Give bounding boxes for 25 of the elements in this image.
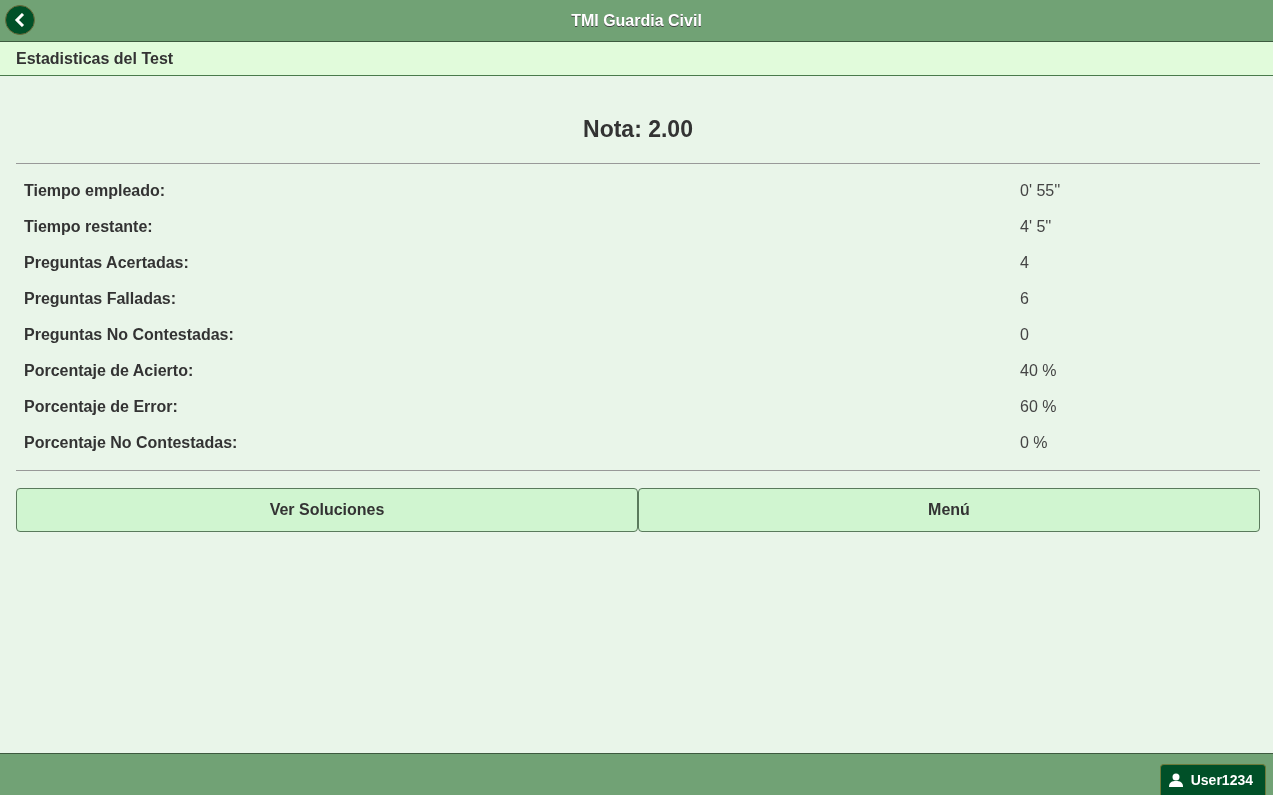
stat-value: 0' 55''	[1020, 182, 1061, 200]
stat-value: 40 %	[1020, 362, 1057, 380]
page-title: Estadisticas del Test	[16, 49, 174, 68]
user-icon	[1168, 773, 1183, 787]
stat-value: 4	[1020, 254, 1029, 272]
stat-value: 0 %	[1020, 434, 1048, 452]
stat-label: Porcentaje de Error:	[23, 398, 179, 416]
stat-label: Porcentaje de Acierto:	[23, 362, 195, 380]
grade-heading: Nota: 2.00	[582, 115, 694, 144]
stat-label: Tiempo empleado:	[23, 182, 167, 200]
back-button[interactable]	[5, 5, 35, 35]
user-button[interactable]: User1234	[1159, 764, 1266, 795]
stat-label: Tiempo restante:	[23, 218, 154, 236]
back-icon	[14, 13, 26, 27]
stat-value: 6	[1020, 290, 1029, 308]
stat-value: 4' 5''	[1020, 218, 1052, 236]
stat-label: Porcentaje No Contestadas:	[23, 434, 239, 452]
action-button[interactable]: Menú	[638, 488, 1260, 532]
stat-label: Preguntas No Contestadas:	[23, 326, 235, 344]
stat-value: 60 %	[1020, 398, 1057, 416]
action-button[interactable]: Ver Soluciones	[16, 488, 638, 532]
stat-label: Preguntas Acertadas:	[23, 254, 190, 272]
app-title: TMI Guardia Civil	[571, 11, 702, 30]
stat-value: 0	[1020, 326, 1029, 344]
stat-label: Preguntas Falladas:	[23, 290, 178, 308]
